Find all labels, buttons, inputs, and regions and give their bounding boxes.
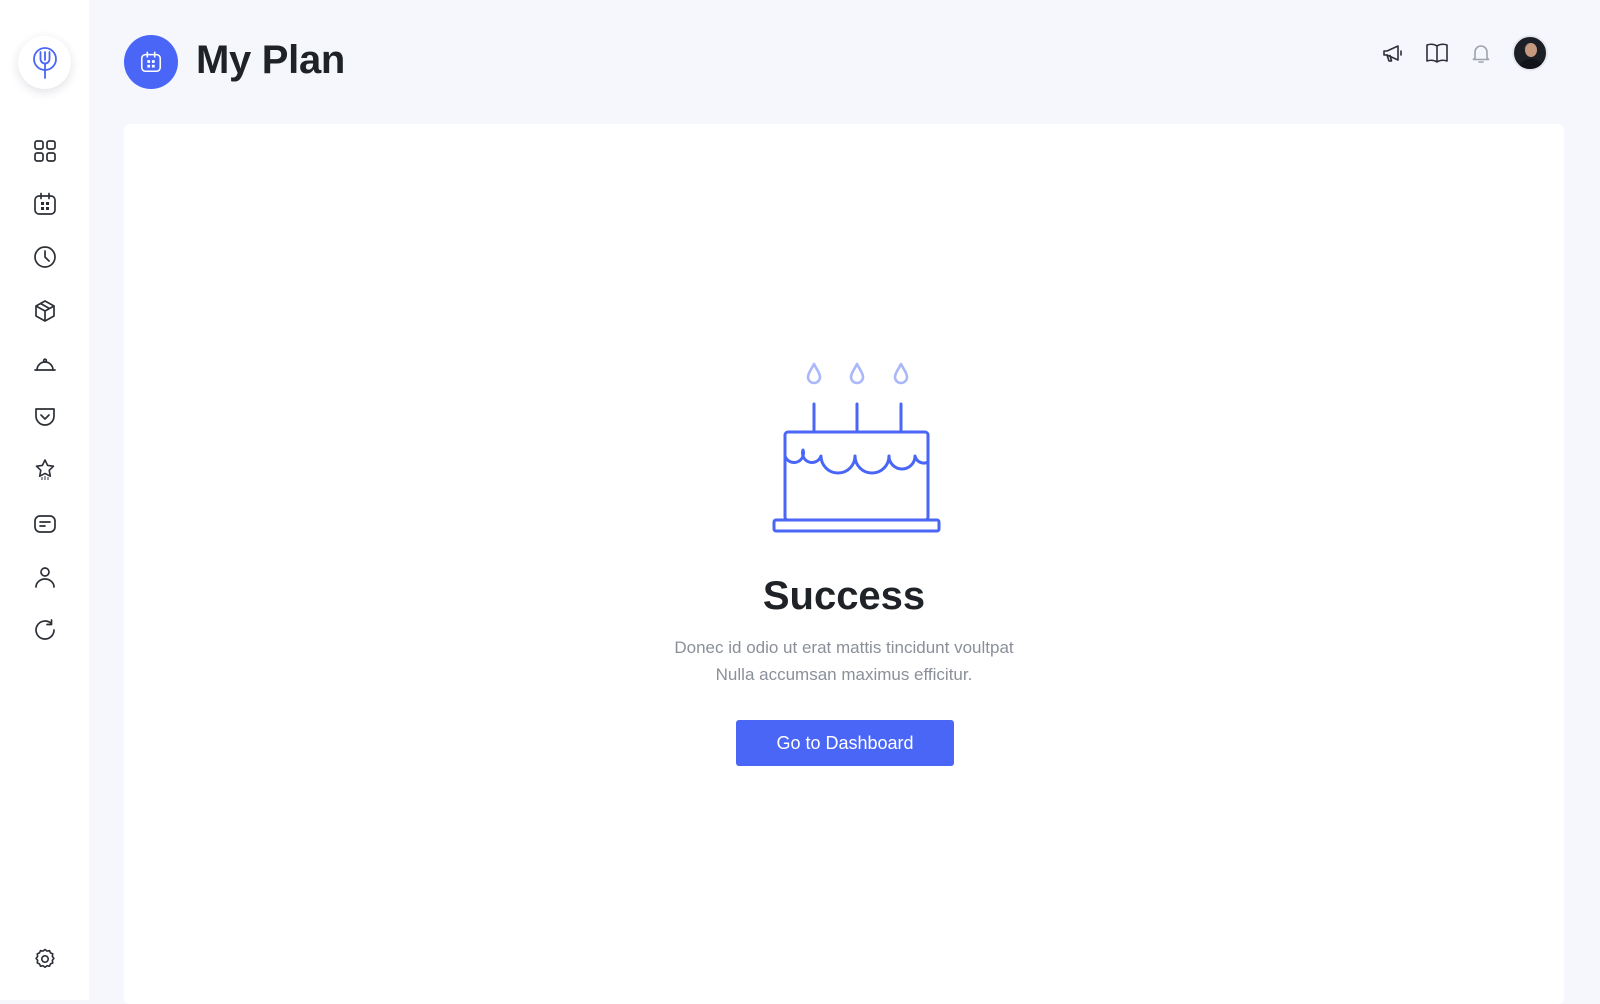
star-badge-icon [35, 459, 54, 481]
app-logo[interactable] [18, 36, 71, 89]
guide-button[interactable] [1424, 40, 1450, 66]
go-to-dashboard-button[interactable]: Go to Dashboard [736, 720, 954, 766]
avatar-body [1518, 59, 1544, 69]
success-description-line-1: Donec id odio ut erat mattis tincidunt v… [674, 638, 1014, 657]
success-description: Donec id odio ut erat mattis tincidunt v… [124, 634, 1564, 688]
success-title: Success [762, 574, 926, 618]
megaphone-icon [1383, 45, 1402, 62]
fork-logo-icon [32, 46, 57, 79]
pocket-icon [34, 408, 55, 426]
sidebar-item-settings[interactable] [0, 944, 89, 974]
sidebar-item-saved[interactable] [0, 390, 89, 443]
sidebar [0, 0, 89, 1000]
sidebar-item-messages[interactable] [0, 497, 89, 550]
sidebar-item-profile[interactable] [0, 550, 89, 603]
calendar-icon [33, 192, 56, 215]
message-card-icon [33, 514, 56, 533]
cloche-icon [33, 358, 56, 371]
sidebar-item-dashboard[interactable] [0, 124, 89, 177]
sidebar-item-refresh[interactable] [0, 604, 89, 657]
sidebar-item-plan[interactable] [0, 177, 89, 230]
announcements-button[interactable] [1380, 40, 1406, 66]
clock-icon [33, 246, 56, 269]
avatar-face [1525, 43, 1537, 57]
dashboard-grid-icon [33, 139, 56, 162]
user-avatar[interactable] [1512, 35, 1548, 71]
success-description-line-2: Nulla accumsan maximus efficitur. [715, 665, 973, 684]
notifications-button[interactable] [1468, 40, 1494, 66]
bell-icon [1472, 45, 1490, 63]
box-icon [34, 299, 55, 322]
sidebar-item-rewards[interactable] [0, 444, 89, 497]
book-icon [1426, 43, 1448, 63]
page-icon-badge [124, 35, 178, 89]
calendar-icon [140, 51, 162, 73]
sidebar-nav [0, 124, 89, 657]
sidebar-item-history[interactable] [0, 231, 89, 284]
sidebar-item-meals[interactable] [0, 337, 89, 390]
refresh-icon [34, 619, 55, 641]
birthday-cake-icon [772, 362, 941, 533]
page-title: My Plan [196, 38, 346, 82]
user-icon [34, 567, 55, 588]
top-actions [1362, 35, 1548, 71]
success-card: Success Donec id odio ut erat mattis tin… [124, 124, 1564, 1004]
sidebar-item-packages[interactable] [0, 284, 89, 337]
settings-icon [34, 948, 55, 969]
